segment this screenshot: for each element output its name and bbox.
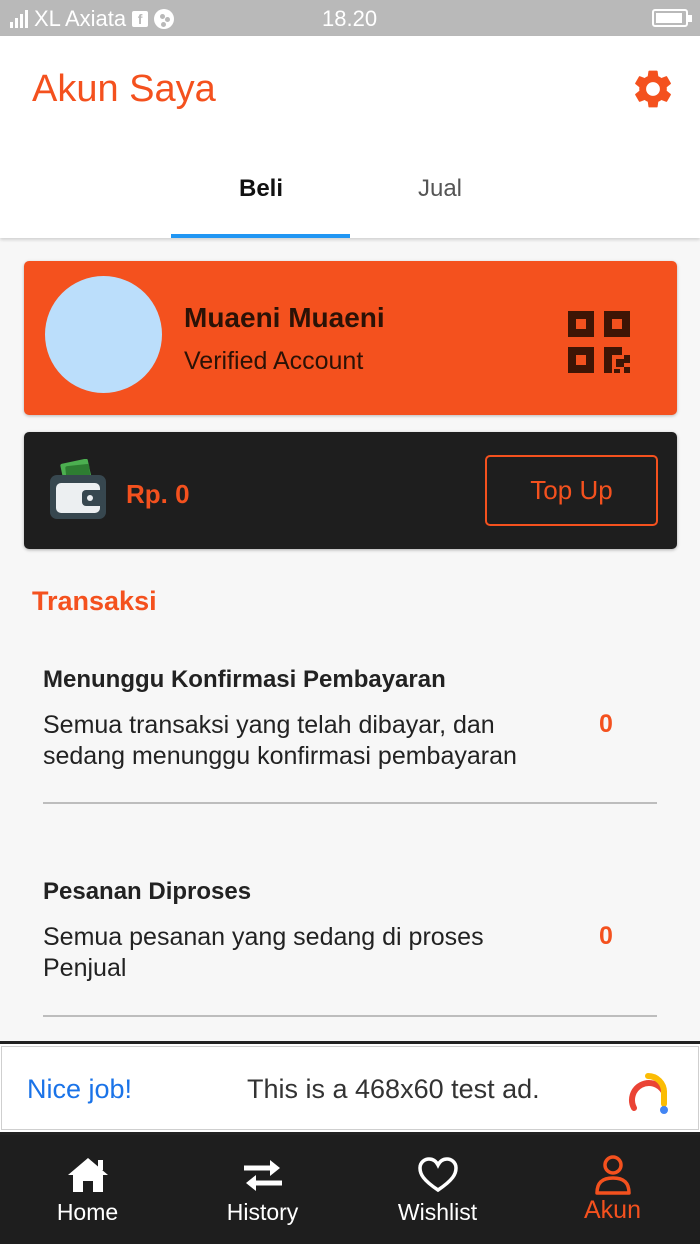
- facebook-icon: f: [132, 11, 149, 27]
- divider: [43, 1015, 657, 1017]
- avatar[interactable]: [45, 276, 162, 393]
- signal-icon: [10, 10, 28, 28]
- nav-label: Akun: [584, 1196, 641, 1224]
- status-left: XL Axiata f: [10, 6, 175, 32]
- transaction-count: 0: [599, 922, 613, 950]
- nav-item-history[interactable]: History: [175, 1135, 350, 1244]
- section-title-transaksi: Transaksi: [32, 586, 157, 616]
- profile-card[interactable]: Muaeni Muaeni Verified Account: [24, 261, 677, 415]
- wallet-card: Rp. 0 Top Up: [24, 432, 677, 549]
- account-status: Verified Account: [184, 347, 364, 375]
- ad-headline[interactable]: Nice job!: [27, 1074, 132, 1105]
- nav-item-wishlist[interactable]: Wishlist: [350, 1135, 525, 1244]
- transaction-description: Semua pesanan yang sedang di proses Penj…: [43, 923, 484, 982]
- app-header: Akun Saya Beli Jual: [0, 36, 700, 238]
- status-time: 18.20: [322, 6, 378, 31]
- nav-label: History: [226, 1199, 299, 1225]
- user-name: Muaeni Muaeni: [184, 302, 385, 333]
- nav-item-home[interactable]: Home: [0, 1135, 175, 1244]
- home-icon: [68, 1158, 108, 1192]
- transaction-item-processing[interactable]: Pesanan Diproses Semua pesanan yang seda…: [43, 878, 657, 1018]
- divider: [43, 802, 657, 804]
- tab-jual[interactable]: Jual: [350, 168, 530, 238]
- wallet-icon: [50, 459, 106, 519]
- bottom-navigation: Home History Wishlist Akun: [0, 1135, 700, 1244]
- top-up-button[interactable]: Top Up: [485, 455, 658, 526]
- page-title: Akun Saya: [32, 68, 216, 110]
- nav-label: Wishlist: [397, 1199, 478, 1225]
- ad-text[interactable]: This is a 468x60 test ad.: [247, 1074, 540, 1105]
- status-bar: XL Axiata f 18.20: [0, 0, 700, 36]
- palette-icon: [154, 9, 175, 29]
- ad-banner[interactable]: Nice job! This is a 468x60 test ad.: [0, 1041, 700, 1135]
- ad-logo-icon[interactable]: [624, 1068, 672, 1116]
- wallet-balance: Rp. 0: [126, 479, 190, 509]
- transaction-item-waiting-payment[interactable]: Menunggu Konfirmasi Pembayaran Semua tra…: [43, 666, 657, 806]
- nav-item-akun[interactable]: Akun: [525, 1135, 700, 1244]
- battery-icon: [652, 9, 692, 27]
- user-icon: [595, 1155, 631, 1195]
- swap-arrows-icon: [244, 1160, 282, 1191]
- tab-beli[interactable]: Beli: [171, 168, 351, 238]
- transaction-title: Pesanan Diproses: [43, 878, 252, 905]
- transaction-count: 0: [599, 710, 613, 738]
- gear-icon[interactable]: [630, 66, 676, 112]
- transaction-description: Semua transaksi yang telah dibayar, dan …: [43, 711, 517, 770]
- qr-code-icon[interactable]: [568, 311, 630, 373]
- transaction-title: Menunggu Konfirmasi Pembayaran: [43, 666, 446, 693]
- carrier-name: XL Axiata: [34, 6, 127, 31]
- tab-bar: Beli Jual: [0, 168, 700, 238]
- heart-icon: [418, 1157, 458, 1193]
- nav-label: Home: [56, 1199, 119, 1225]
